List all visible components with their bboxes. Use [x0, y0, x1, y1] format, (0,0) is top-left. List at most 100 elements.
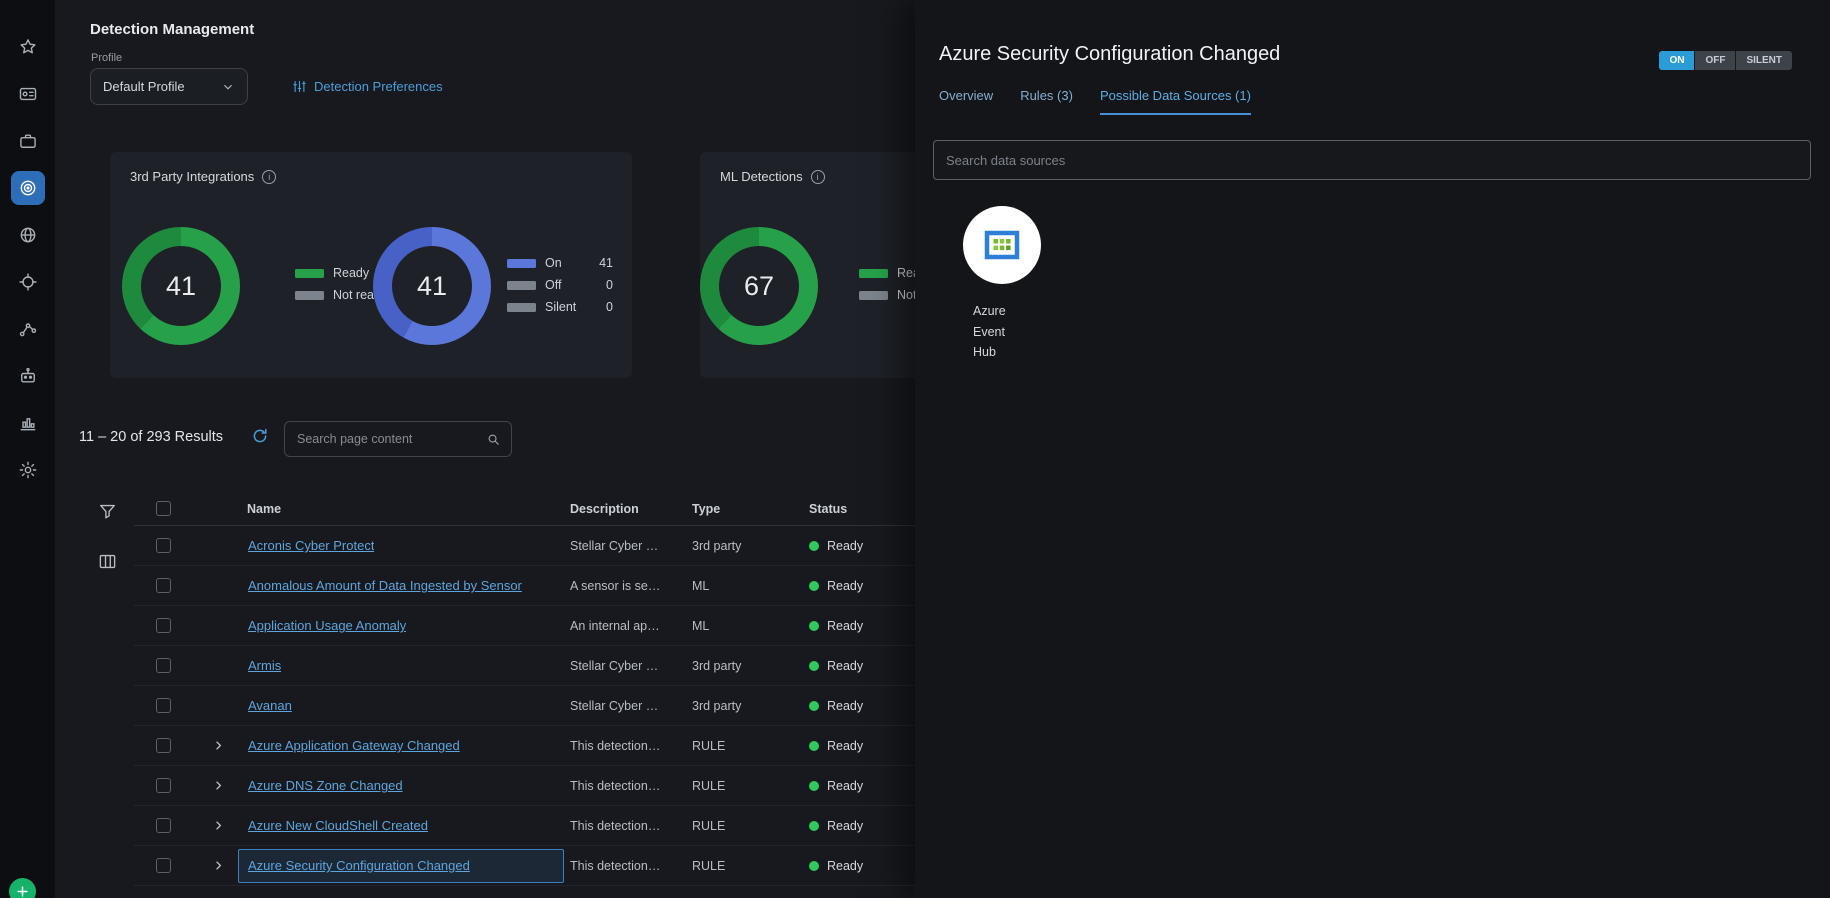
table-row[interactable]: Armis Stellar Cyber … 3rd party Ready — [134, 646, 915, 686]
status-text: Ready — [827, 779, 863, 793]
column-header-name[interactable]: Name — [238, 502, 564, 516]
card-3rd-party-integrations: 3rd Party Integrations 41 Ready 41 Not r… — [110, 152, 632, 378]
sidebar-item-reports[interactable] — [11, 406, 45, 440]
description-cell: This detection… — [564, 819, 686, 833]
type-cell: 3rd party — [686, 539, 802, 553]
table-row[interactable]: Azure DNS Zone Changed This detection… R… — [134, 766, 915, 806]
info-icon[interactable] — [811, 170, 825, 184]
status-cell: Ready — [802, 619, 915, 633]
filter-button[interactable] — [96, 502, 118, 524]
sidebar-item-automation[interactable] — [11, 359, 45, 393]
table-row[interactable]: Azure New CloudShell Created This detect… — [134, 806, 915, 846]
detection-link[interactable]: Armis — [248, 658, 281, 673]
status-dot — [809, 581, 819, 591]
status-cell: Ready — [802, 539, 915, 553]
table-row[interactable]: Azure Application Gateway Changed This d… — [134, 726, 915, 766]
add-button[interactable] — [9, 878, 36, 898]
sidebar-item-billing[interactable] — [11, 77, 45, 111]
columns-button[interactable] — [96, 552, 118, 574]
profile-dropdown[interactable]: Default Profile — [90, 68, 248, 105]
table-row[interactable]: Acronis Cyber Protect Stellar Cyber … 3r… — [134, 526, 915, 566]
plus-icon — [15, 884, 30, 898]
type-cell: RULE — [686, 819, 802, 833]
status-cell: Ready — [802, 859, 915, 873]
row-checkbox[interactable] — [156, 698, 171, 713]
legend-item: Silent 0 — [507, 300, 613, 314]
row-expand-chevron[interactable] — [198, 778, 238, 793]
sidebar-item-hunt[interactable] — [11, 265, 45, 299]
table-row[interactable]: Anomalous Amount of Data Ingested by Sen… — [134, 566, 915, 606]
refresh-button[interactable] — [250, 427, 270, 447]
row-checkbox[interactable] — [156, 818, 171, 833]
tab-possible-data-sources[interactable]: Possible Data Sources (1) — [1100, 88, 1251, 115]
row-expand-chevron[interactable] — [198, 738, 238, 753]
table-row[interactable]: Application Usage Anomaly An internal ap… — [134, 606, 915, 646]
tab-rules[interactable]: Rules (3) — [1020, 88, 1073, 115]
detection-link[interactable]: Acronis Cyber Protect — [248, 538, 374, 553]
sidebar-item-favorites[interactable] — [11, 30, 45, 64]
row-checkbox[interactable] — [156, 618, 171, 633]
donut-ready-chart: 41 — [122, 227, 240, 345]
row-checkbox[interactable] — [156, 578, 171, 593]
sidebar-item-explore[interactable] — [11, 218, 45, 252]
column-header-status[interactable]: Status — [802, 502, 915, 516]
status-cell: Ready — [802, 739, 915, 753]
table-row[interactable]: Avanan Stellar Cyber … 3rd party Ready — [134, 686, 915, 726]
sidebar-item-settings[interactable] — [11, 453, 45, 487]
chevron-right-icon — [211, 738, 226, 753]
legend-value: 0 — [606, 278, 613, 292]
detail-panel: Azure Security Configuration Changed ON … — [915, 0, 1830, 898]
chart-icon — [18, 413, 38, 433]
panel-tabs: Overview Rules (3) Possible Data Sources… — [939, 88, 1251, 115]
status-dot — [809, 701, 819, 711]
status-text: Ready — [827, 739, 863, 753]
detection-link[interactable]: Azure Security Configuration Changed — [248, 858, 470, 873]
status-dot — [809, 741, 819, 751]
status-cell: Ready — [802, 779, 915, 793]
toggle-on[interactable]: ON — [1659, 51, 1695, 70]
swatch-gray — [507, 303, 536, 312]
donut-on-off-chart: 41 — [373, 227, 491, 345]
row-checkbox[interactable] — [156, 858, 171, 873]
sidebar-item-correlations[interactable] — [11, 312, 45, 346]
legend-value: 0 — [606, 300, 613, 314]
name-cell: Acronis Cyber Protect — [238, 529, 564, 563]
detection-link[interactable]: Azure Application Gateway Changed — [248, 738, 460, 753]
detection-link[interactable]: Azure New CloudShell Created — [248, 818, 428, 833]
data-source-search-input[interactable] — [933, 140, 1811, 180]
sidebar-item-detections[interactable] — [11, 171, 45, 205]
status-dot — [809, 621, 819, 631]
row-checkbox[interactable] — [156, 778, 171, 793]
row-checkbox[interactable] — [156, 658, 171, 673]
info-icon[interactable] — [262, 170, 276, 184]
row-expand-chevron[interactable] — [198, 818, 238, 833]
data-source-tile[interactable]: Azure Event Hub — [963, 206, 1223, 363]
name-cell-selected: Azure Security Configuration Changed — [238, 849, 564, 883]
select-all-checkbox[interactable] — [156, 501, 171, 516]
status-dot — [809, 781, 819, 791]
row-checkbox[interactable] — [156, 538, 171, 553]
columns-icon — [98, 552, 117, 571]
detection-preferences-link[interactable]: Detection Preferences — [286, 78, 449, 95]
description-cell: Stellar Cyber … — [564, 659, 686, 673]
swatch-green — [295, 269, 324, 278]
table-row-selected[interactable]: Azure Security Configuration Changed Thi… — [134, 846, 915, 886]
row-checkbox[interactable] — [156, 738, 171, 753]
detection-link[interactable]: Anomalous Amount of Data Ingested by Sen… — [248, 578, 522, 593]
detection-link[interactable]: Avanan — [248, 698, 292, 713]
refresh-icon — [251, 427, 269, 445]
page-search-input[interactable] — [295, 431, 486, 447]
toggle-off[interactable]: OFF — [1695, 51, 1736, 70]
column-header-description[interactable]: Description — [564, 502, 686, 516]
column-header-type[interactable]: Type — [686, 502, 802, 516]
toggle-silent[interactable]: SILENT — [1736, 51, 1792, 70]
status-text: Ready — [827, 659, 863, 673]
sidebar — [0, 0, 55, 898]
app-root: Detection Management Profile Default Pro… — [0, 0, 1830, 898]
detection-link[interactable]: Azure DNS Zone Changed — [248, 778, 403, 793]
sidebar-item-cases[interactable] — [11, 124, 45, 158]
tab-overview[interactable]: Overview — [939, 88, 993, 115]
row-expand-chevron[interactable] — [198, 858, 238, 873]
globe-icon — [18, 225, 38, 245]
detection-link[interactable]: Application Usage Anomaly — [248, 618, 406, 633]
